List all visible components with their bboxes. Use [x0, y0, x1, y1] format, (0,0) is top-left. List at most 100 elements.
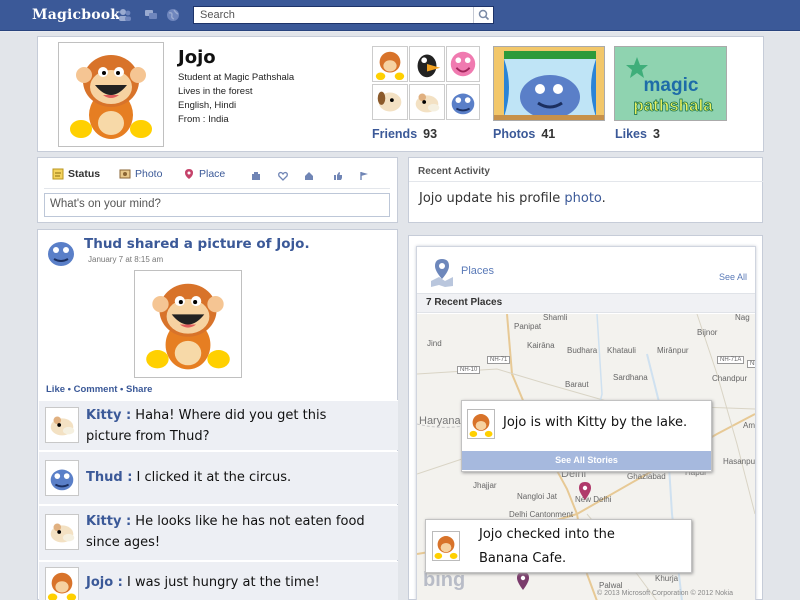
friends-thumbnails[interactable] — [372, 46, 480, 122]
map-label: Amr — [743, 421, 755, 430]
photos-link[interactable]: Photos 41 — [493, 127, 555, 141]
friends-label: Friends — [372, 127, 418, 141]
friend-thumbnail[interactable] — [446, 46, 480, 82]
status-input[interactable]: What's on your mind? — [44, 193, 390, 217]
popup-checkin-line: Jojo checked into the — [479, 527, 615, 542]
comment-line: Haha! Where did you get this — [131, 408, 327, 423]
highway-shield: NH-10 — [457, 366, 481, 374]
map-checkin-popup[interactable]: Jojo checked into the Banana Cafe. — [425, 519, 692, 573]
tab-photo[interactable]: Photo — [119, 168, 162, 180]
recent-activity-text: Jojo update his profile — [419, 191, 565, 206]
shared-picture[interactable] — [134, 270, 242, 378]
search-placeholder: Search — [200, 9, 235, 21]
tab-status[interactable]: Status — [52, 168, 100, 180]
kitty-avatar[interactable] — [45, 407, 79, 443]
comment-text: Kitty : Haha! Where did you get this pict… — [86, 405, 326, 447]
notifications-globe-icon[interactable] — [166, 8, 180, 22]
map-label: Budhara — [567, 346, 598, 355]
comment-author[interactable]: Thud : — [86, 470, 132, 485]
map-label: Nag — [735, 314, 750, 322]
map-label: Baraut — [565, 380, 589, 389]
post-headline[interactable]: Thud shared a picture of Jojo. — [84, 236, 310, 252]
comment: Kitty : He looks like he has not eaten f… — [39, 505, 398, 560]
recent-activity-title: Recent Activity — [418, 166, 490, 177]
friends-link[interactable]: Friends 93 — [372, 127, 437, 141]
friend-thumbnail[interactable] — [409, 84, 445, 120]
thumbs-up-icon[interactable] — [333, 171, 343, 181]
life-event-icon[interactable] — [251, 171, 261, 181]
map-label: Sardhana — [613, 373, 648, 382]
comment: Jojo : I was just hungry at the time! — [39, 561, 398, 600]
see-all-link[interactable]: See All — [719, 272, 747, 282]
places-map-pin-icon — [431, 259, 453, 287]
photos-label: Photos — [493, 127, 536, 141]
likes-label: Likes — [615, 127, 647, 141]
divider — [409, 181, 764, 182]
likes-page-name: magic — [644, 75, 699, 96]
profile-header: Jojo Student at Magic Pathshala Lives in… — [37, 36, 764, 152]
map-label: Chandpur — [712, 374, 748, 383]
map-story-popup[interactable]: Jojo is with Kitty by the lake. See All … — [461, 400, 712, 472]
map-label: Bijnor — [697, 328, 718, 337]
popup-story-text: Jojo is with Kitty by the lake. — [503, 415, 688, 430]
heart-icon[interactable] — [278, 171, 288, 181]
comment: Kitty : Haha! Where did you get this pict… — [39, 400, 398, 450]
profile-avatar[interactable] — [58, 42, 164, 147]
post-timestamp[interactable]: January 7 at 8:15 am — [88, 255, 163, 264]
search-button[interactable] — [473, 7, 493, 23]
places-title: Places — [461, 265, 495, 277]
search-input[interactable]: Search — [193, 6, 494, 24]
recent-activity-item: Jojo update his profile photo. — [419, 191, 606, 206]
post-actions[interactable]: Like • Comment • Share — [46, 384, 152, 395]
comment-text: Kitty : He looks like he has not eaten f… — [86, 511, 365, 553]
flag-icon[interactable] — [359, 171, 369, 181]
profile-name: Jojo — [178, 47, 216, 68]
friends-count: 93 — [423, 127, 438, 141]
friend-thumbnail[interactable] — [446, 84, 480, 120]
jojo-avatar[interactable] — [45, 567, 79, 600]
recent-places-header: 7 Recent Places — [417, 293, 755, 313]
see-all-stories-button[interactable]: See All Stories — [462, 451, 711, 470]
status-composer: Status Photo Place What's on your mind? — [37, 157, 398, 223]
brand-logo[interactable]: Magicbook — [32, 7, 120, 23]
friend-thumbnail[interactable] — [409, 46, 445, 82]
messages-icon[interactable] — [144, 8, 158, 22]
map[interactable]: Panipat Jind Shamli Nag Bijnor Kairāna B… — [417, 314, 755, 600]
tab-place[interactable]: Place — [183, 168, 225, 180]
map-label: Jhajjar — [473, 481, 497, 490]
likes-preview-image: magic pathshala — [615, 47, 726, 120]
kitty-avatar[interactable] — [45, 514, 79, 550]
map-label: Shamli — [543, 314, 568, 322]
map-label: Mirānpur — [657, 346, 689, 355]
friend-requests-icon[interactable] — [118, 8, 132, 22]
photos-preview[interactable] — [493, 46, 605, 121]
comment-author[interactable]: Kitty : — [86, 514, 131, 529]
likes-preview[interactable]: magic pathshala — [614, 46, 727, 121]
recent-activity-photo-link[interactable]: photo — [564, 191, 601, 206]
monkey-picture — [146, 283, 230, 370]
thud-avatar[interactable] — [45, 460, 79, 496]
map-label: Delhi Cantonment — [509, 510, 574, 519]
popup-checkin-line: Banana Cafe. — [479, 551, 567, 566]
comment-author[interactable]: Kitty : — [86, 408, 131, 423]
comment-line: I clicked it at the circus. — [132, 470, 292, 485]
friend-thumbnail[interactable] — [372, 84, 408, 120]
jojo-avatar — [432, 531, 460, 561]
map-pin-marker[interactable] — [578, 481, 592, 501]
home-icon[interactable] — [304, 171, 314, 181]
status-pencil-icon — [52, 168, 64, 180]
tab-status-label: Status — [68, 168, 101, 180]
monkey-avatar-image — [70, 55, 152, 139]
photos-count: 41 — [541, 127, 556, 141]
map-label: Jind — [427, 339, 442, 348]
thud-avatar[interactable] — [44, 236, 78, 268]
popup-checkin-text: Jojo checked into the Banana Cafe. — [479, 523, 615, 571]
likes-link[interactable]: Likes 3 — [615, 127, 660, 141]
comment-author[interactable]: Jojo : — [86, 575, 123, 590]
top-bar: Magicbook Search — [0, 0, 800, 31]
map-label: Palwal — [599, 581, 623, 590]
comment-line: picture from Thud? — [86, 429, 210, 444]
map-pin-marker[interactable] — [516, 571, 530, 591]
map-label: Khatauli — [607, 346, 636, 355]
friend-thumbnail[interactable] — [372, 46, 408, 82]
